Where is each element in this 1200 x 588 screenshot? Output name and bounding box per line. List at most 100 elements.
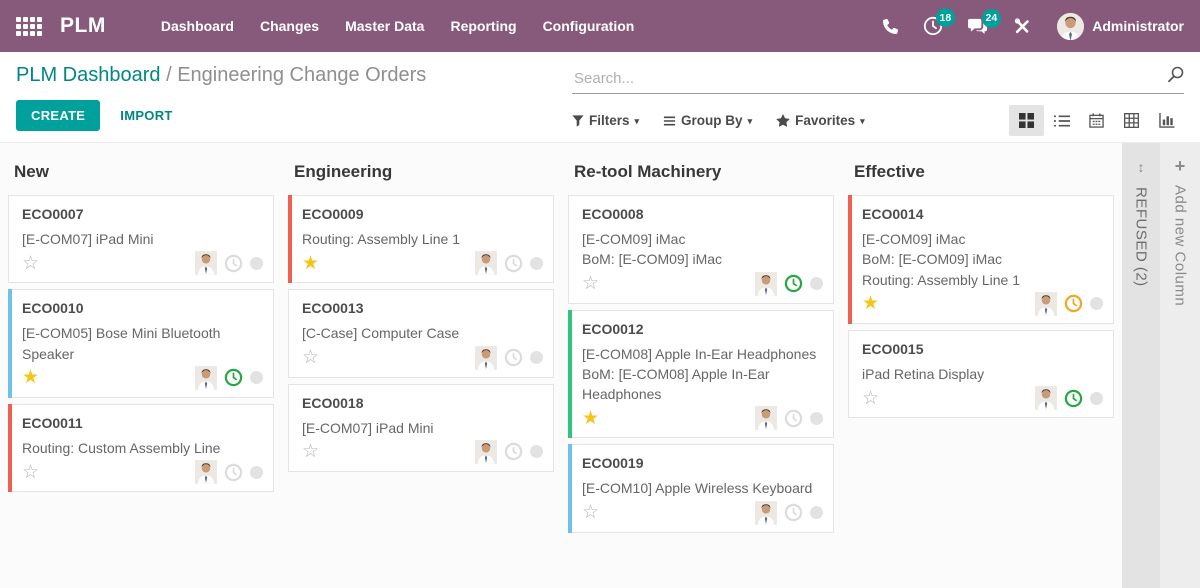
kanban-column-engineering: Engineering ECO0009Routing: Assembly Line… [280,143,560,588]
import-button[interactable]: IMPORT [120,108,172,123]
column-title[interactable]: New [14,162,268,182]
menu-dashboard[interactable]: Dashboard [148,0,247,52]
activity-clock-icon[interactable] [784,409,803,428]
card-footer: ★ [302,251,543,275]
user-menu[interactable]: Administrator [1057,13,1184,40]
activity-clock-icon[interactable] [504,348,523,367]
kanban-state-dot[interactable] [1090,392,1103,405]
kanban-card-eco0008[interactable]: ECO0008[E-COM09] iMacBoM: [E-COM09] iMac… [568,195,834,304]
filters-button[interactable]: Filters ▾ [572,113,639,128]
kanban-state-dot[interactable] [810,277,823,290]
menu-reporting[interactable]: Reporting [437,0,529,52]
assignee-avatar[interactable] [475,440,497,464]
star-empty-icon[interactable]: ☆ [862,389,879,408]
activity-clock-icon[interactable] [224,254,243,273]
kanban-state-dot[interactable] [250,257,263,270]
star-filled-icon[interactable]: ★ [22,368,39,387]
assignee-avatar[interactable] [475,346,497,370]
collapsed-column-title: REFUSED (2) [1133,187,1150,287]
card-footer: ☆ [22,251,263,275]
card-footer-icons [755,406,823,430]
activity-clock-icon[interactable] [784,503,803,522]
kanban-card-eco0012[interactable]: ECO0012[E-COM08] Apple In-Ear Headphones… [568,310,834,439]
kanban-card-eco0010[interactable]: ECO0010[E-COM05] Bose Mini Bluetooth Spe… [8,289,274,398]
page-title: Engineering Change Orders [177,64,426,86]
kanban-state-dot[interactable] [810,506,823,519]
card-footer: ☆ [862,386,1103,410]
column-title[interactable]: Re-tool Machinery [574,162,828,182]
kanban-state-dot[interactable] [250,466,263,479]
assignee-avatar[interactable] [195,460,217,484]
add-new-column-button[interactable]: + Add new Column [1160,143,1200,588]
kanban-state-dot[interactable] [810,412,823,425]
assignee-avatar[interactable] [755,406,777,430]
star-empty-icon[interactable]: ☆ [22,463,39,482]
messages-icon[interactable]: 24 [968,17,989,36]
star-filled-icon[interactable]: ★ [582,409,599,428]
apps-menu-icon[interactable] [16,17,42,36]
activity-clock-icon[interactable] [224,368,243,387]
column-title[interactable]: Engineering [294,162,548,182]
activity-clock-icon[interactable] [784,274,803,293]
star-empty-icon[interactable]: ☆ [582,274,599,293]
column-title[interactable]: Effective [854,162,1108,182]
breadcrumb-parent[interactable]: PLM Dashboard [16,64,161,86]
top-navbar: PLM Dashboard Changes Master Data Report… [0,0,1200,52]
card-footer-icons [475,251,543,275]
kanban-card-eco0018[interactable]: ECO0018[E-COM07] iPad Mini☆ [288,384,554,472]
kanban-state-dot[interactable] [250,371,263,384]
graph-view-button[interactable] [1149,105,1184,136]
star-empty-icon[interactable]: ☆ [22,254,39,273]
search-icon[interactable] [1167,66,1184,88]
activity-clock-icon[interactable] [224,463,243,482]
activity-clock-icon[interactable] [1064,294,1083,313]
create-button[interactable]: CREATE [16,100,100,131]
phone-icon[interactable] [883,19,898,34]
kanban-state-dot[interactable] [1090,297,1103,310]
group-by-button[interactable]: Group By ▾ [663,113,752,128]
assignee-avatar[interactable] [1035,386,1057,410]
tools-icon[interactable] [1014,17,1032,35]
kanban-view-button[interactable] [1009,105,1044,136]
assignee-avatar[interactable] [475,251,497,275]
menu-configuration[interactable]: Configuration [530,0,648,52]
kanban-card-eco0014[interactable]: ECO0014[E-COM09] iMacBoM: [E-COM09] iMac… [848,195,1114,324]
activities-clock-icon[interactable]: 18 [923,16,943,36]
card-description: [E-COM09] iMacBoM: [E-COM09] iMacRouting… [862,229,1103,290]
collapsed-column-refused[interactable]: ↕ REFUSED (2) [1122,143,1160,588]
star-empty-icon[interactable]: ☆ [582,503,599,522]
activity-clock-icon[interactable] [1064,389,1083,408]
activity-clock-icon[interactable] [504,254,523,273]
list-view-button[interactable] [1044,105,1079,136]
kanban-card-eco0011[interactable]: ECO0011Routing: Custom Assembly Line☆ [8,404,274,492]
menu-changes[interactable]: Changes [247,0,332,52]
unfold-column-icon[interactable]: ↕ [1138,159,1145,175]
kanban-card-eco0009[interactable]: ECO0009Routing: Assembly Line 1★ [288,195,554,283]
favorites-button[interactable]: Favorites ▾ [776,113,865,128]
assignee-avatar[interactable] [1035,292,1057,316]
kanban-card-eco0013[interactable]: ECO0013[C-Case] Computer Case☆ [288,289,554,377]
kanban-card-eco0019[interactable]: ECO0019[E-COM10] Apple Wireless Keyboard… [568,444,834,532]
kanban-state-dot[interactable] [530,257,543,270]
kanban-state-dot[interactable] [530,351,543,364]
kanban-card-eco0007[interactable]: ECO0007[E-COM07] iPad Mini☆ [8,195,274,283]
card-title: ECO0008 [582,206,823,222]
card-description-line: [E-COM09] iMac [582,229,823,249]
assignee-avatar[interactable] [755,272,777,296]
card-color-bar [288,195,292,283]
activity-clock-icon[interactable] [504,442,523,461]
app-title[interactable]: PLM [60,14,106,38]
search-input[interactable] [572,66,1184,93]
kanban-card-eco0015[interactable]: ECO0015iPad Retina Display☆ [848,330,1114,418]
assignee-avatar[interactable] [195,366,217,390]
assignee-avatar[interactable] [755,501,777,525]
star-empty-icon[interactable]: ☆ [302,348,319,367]
star-empty-icon[interactable]: ☆ [302,442,319,461]
star-filled-icon[interactable]: ★ [862,294,879,313]
pivot-view-button[interactable] [1114,105,1149,136]
kanban-state-dot[interactable] [530,445,543,458]
star-filled-icon[interactable]: ★ [302,254,319,273]
menu-master-data[interactable]: Master Data [332,0,437,52]
assignee-avatar[interactable] [195,251,217,275]
calendar-view-button[interactable] [1079,105,1114,136]
